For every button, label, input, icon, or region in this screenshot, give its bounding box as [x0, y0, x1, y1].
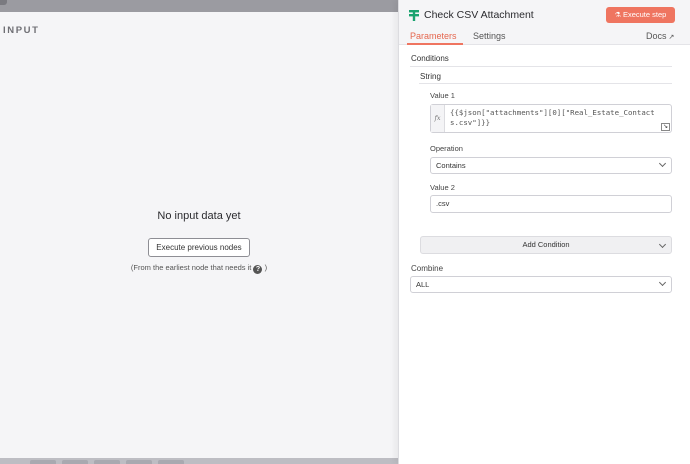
execute-step-label: Execute step	[622, 10, 667, 19]
empty-state-title: No input data yet	[157, 210, 241, 222]
panel-header: Check CSV Attachment ⚗ Execute step Param…	[399, 0, 690, 45]
value2-value: .csv	[436, 199, 450, 208]
toolbar-tab[interactable]	[126, 460, 152, 464]
expand-editor-icon[interactable]: ↘	[661, 123, 670, 131]
tab-parameters[interactable]: Parameters	[410, 31, 457, 41]
operation-label: Operation	[430, 144, 463, 153]
add-condition-label: Add Condition	[522, 240, 570, 249]
active-tab-indicator	[407, 43, 463, 45]
node-title: Check CSV Attachment	[424, 9, 534, 21]
conditions-divider	[410, 66, 672, 67]
operation-select[interactable]: Contains	[430, 157, 672, 174]
toolbar-tab[interactable]	[158, 460, 184, 464]
flask-icon: ⚗	[614, 12, 621, 19]
toolbar-tab[interactable]	[30, 460, 56, 464]
node-branch-icon	[409, 10, 419, 21]
bottom-toolbar-strip	[0, 458, 400, 464]
docs-label: Docs	[646, 31, 667, 41]
value1-expression-field[interactable]: fx {{$json["attachments"][0]["Real_Estat…	[430, 104, 672, 133]
value2-input[interactable]: .csv	[430, 195, 672, 213]
docs-link[interactable]: Docs ↗	[646, 31, 674, 41]
empty-state: No input data yet Execute previous nodes…	[0, 210, 398, 274]
string-divider	[419, 83, 672, 84]
external-link-icon: ↗	[668, 34, 675, 41]
expression-fx-icon: fx	[431, 105, 445, 132]
panel-handle[interactable]	[0, 0, 7, 5]
chevron-down-icon	[658, 278, 667, 287]
execute-previous-nodes-button[interactable]: Execute previous nodes	[148, 238, 250, 257]
node-parameters-panel: Check CSV Attachment ⚗ Execute step Param…	[398, 0, 690, 464]
conditions-label: Conditions	[411, 54, 449, 63]
tab-settings[interactable]: Settings	[473, 31, 506, 41]
empty-state-hint: (From the earliest node that needs it ? …	[0, 263, 398, 274]
input-pane: INPUT No input data yet Execute previous…	[0, 12, 398, 458]
value1-label: Value 1	[430, 91, 455, 100]
toolbar-tab[interactable]	[94, 460, 120, 464]
operation-value: Contains	[436, 161, 466, 170]
input-pane-label: INPUT	[3, 25, 40, 36]
toolbar-tab[interactable]	[62, 460, 88, 464]
add-condition-button[interactable]: Add Condition	[420, 236, 672, 254]
value2-label: Value 2	[430, 183, 455, 192]
value1-expression-text[interactable]: {{$json["attachments"][0]["Real_Estate_C…	[450, 108, 662, 128]
hint-text: (From the earliest node that needs it	[130, 263, 252, 272]
help-icon[interactable]: ?	[253, 265, 263, 274]
chevron-down-icon	[658, 159, 667, 168]
combine-label: Combine	[411, 264, 444, 273]
hint-close: )	[264, 263, 268, 272]
combine-select[interactable]: ALL	[410, 276, 672, 293]
execute-step-button[interactable]: ⚗ Execute step	[606, 7, 675, 23]
string-group-label: String	[420, 72, 441, 81]
combine-value: ALL	[416, 280, 430, 289]
chevron-down-icon	[658, 240, 667, 249]
